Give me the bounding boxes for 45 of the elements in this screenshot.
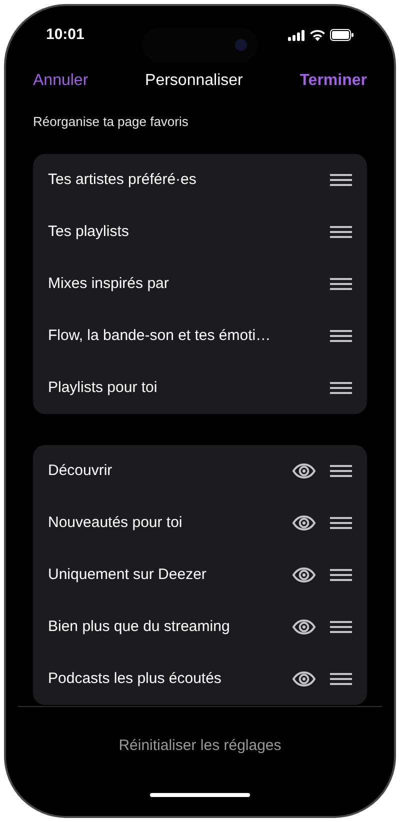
page-title: Personnaliser	[145, 71, 243, 91]
list-row[interactable]: Mixes inspirés par	[33, 258, 367, 310]
row-label: Uniquement sur Deezer	[48, 564, 208, 585]
eye-icon[interactable]	[292, 515, 316, 531]
eye-icon[interactable]	[292, 619, 316, 635]
drag-handle-icon[interactable]	[330, 621, 352, 633]
list-row[interactable]: Tes playlists	[33, 206, 367, 258]
list-row[interactable]: Podcasts les plus écoutés	[33, 653, 367, 705]
list-row[interactable]: Playlists pour toi	[33, 362, 367, 414]
list-row[interactable]: Nouveautés pour toi	[33, 497, 367, 549]
list-row[interactable]: Tes artistes préféré·es	[33, 154, 367, 206]
list-row[interactable]: Découvrir	[33, 445, 367, 497]
drag-handle-icon[interactable]	[330, 673, 352, 685]
row-label: Tes playlists	[48, 222, 130, 242]
row-label: Nouveautés pour toi	[48, 512, 184, 533]
wifi-icon	[310, 30, 325, 40]
done-button[interactable]: Terminer	[300, 69, 367, 93]
row-label: Bien plus que du streaming	[48, 616, 231, 637]
row-label: Podcasts les plus écoutés	[48, 668, 222, 689]
eye-icon[interactable]	[292, 463, 316, 479]
signal-icon	[288, 30, 305, 40]
row-label: Flow, la bande-son et tes émoti…	[48, 326, 272, 346]
drag-handle-icon[interactable]	[330, 382, 352, 394]
row-label: Tes artistes préféré·es	[48, 170, 198, 190]
cancel-button[interactable]: Annuler	[33, 69, 88, 93]
drag-handle-icon[interactable]	[330, 465, 352, 477]
reset-settings-button[interactable]: Réinitialiser les réglages	[118, 735, 282, 758]
row-label: Playlists pour toi	[48, 378, 158, 398]
eye-icon[interactable]	[292, 671, 316, 687]
eye-icon[interactable]	[292, 567, 316, 583]
list-row[interactable]: Bien plus que du streaming	[33, 601, 367, 653]
drag-handle-icon[interactable]	[330, 174, 352, 186]
camera-icon	[235, 39, 247, 51]
drag-handle-icon[interactable]	[330, 569, 352, 581]
row-label: Découvrir	[48, 460, 114, 481]
section-description: Réorganise ta page favoris	[33, 113, 188, 132]
list-row[interactable]: Flow, la bande-son et tes émoti…	[33, 310, 367, 362]
drag-handle-icon[interactable]	[330, 517, 352, 529]
list-row[interactable]: Uniquement sur Deezer	[33, 549, 367, 601]
status-time: 10:01	[46, 24, 84, 45]
battery-icon	[330, 29, 354, 41]
drag-handle-icon[interactable]	[330, 278, 352, 290]
drag-handle-icon[interactable]	[330, 330, 352, 342]
drag-handle-icon[interactable]	[330, 226, 352, 238]
row-label: Mixes inspirés par	[48, 274, 170, 294]
